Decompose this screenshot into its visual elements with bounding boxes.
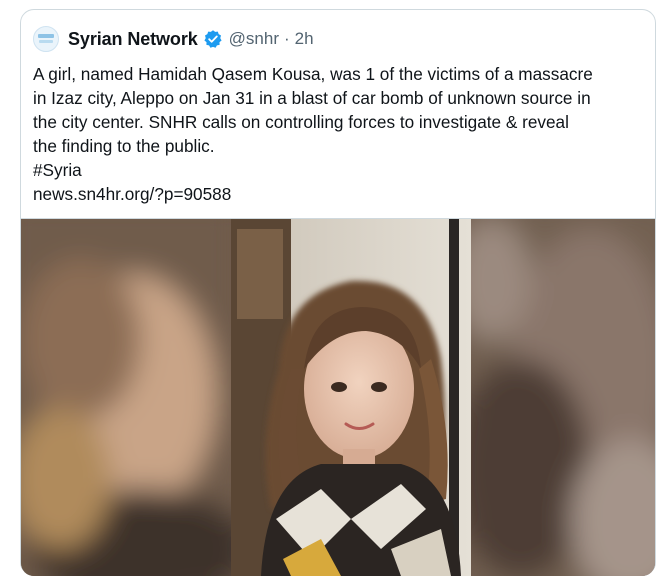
blurred-left-panel: [21, 219, 251, 576]
tweet-text-line: the city center. SNHR calls on controlli…: [33, 112, 569, 132]
hashtag-link[interactable]: #Syria: [33, 158, 645, 182]
tweet-text: A girl, named Hamidah Qasem Kousa, was 1…: [33, 62, 645, 206]
separator-dot: ·: [283, 29, 290, 48]
blurred-right-panel: [451, 219, 655, 576]
author-name[interactable]: Syrian Network: [68, 29, 198, 50]
author-handle[interactable]: @snhr: [229, 29, 279, 49]
news-link[interactable]: news.sn4hr.org/?p=90588: [33, 182, 645, 206]
photo-center: [231, 219, 471, 576]
tweet-timestamp[interactable]: 2h: [295, 29, 314, 49]
tweet-header: Syrian Network @snhr · 2h: [33, 24, 314, 54]
tweet-text-line: the finding to the public.: [33, 136, 215, 156]
tweet-text-line: A girl, named Hamidah Qasem Kousa, was 1…: [33, 64, 593, 84]
snhr-logo-icon[interactable]: [33, 26, 59, 52]
tweet-photo[interactable]: [21, 218, 655, 576]
tweet-text-line: in Izaz city, Aleppo on Jan 31 in a blas…: [33, 88, 591, 108]
tweet-card[interactable]: Syrian Network @snhr · 2h A girl, named …: [20, 9, 656, 576]
verified-badge-icon: [203, 29, 223, 49]
